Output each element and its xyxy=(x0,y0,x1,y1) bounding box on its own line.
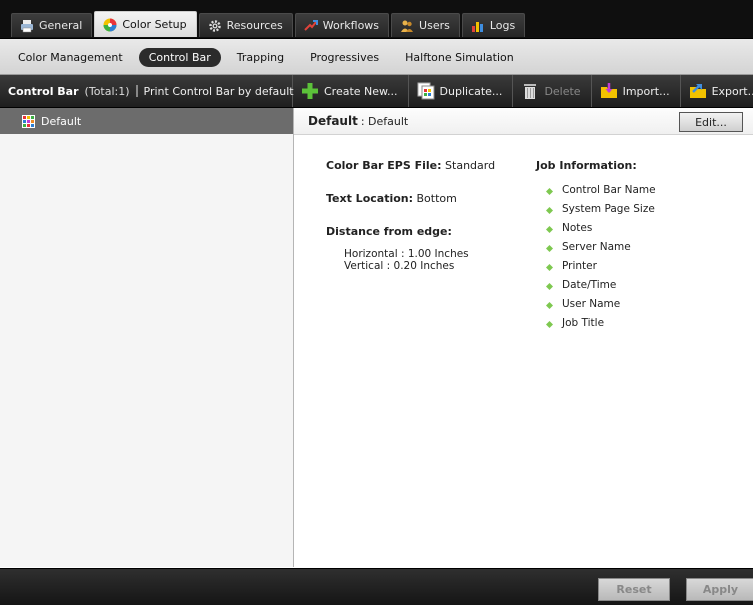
workflow-arrows-icon xyxy=(304,19,318,33)
horizontal-distance: Horizontal : 1.00 Inches xyxy=(344,248,469,260)
job-info-item: Notes xyxy=(562,221,593,234)
detail-subtitle: : Default xyxy=(360,114,409,128)
list-item: Server Name xyxy=(536,237,736,256)
footer-bar: Reset Apply xyxy=(0,568,753,605)
job-info-item: User Name xyxy=(562,297,621,310)
job-info-item: Job Title xyxy=(562,316,605,329)
job-info-item: System Page Size xyxy=(562,202,655,215)
print-default-label: Print Control Bar by default xyxy=(143,84,294,98)
tab-workflows[interactable]: Workflows xyxy=(294,13,390,37)
create-new-label: Create New... xyxy=(324,84,398,98)
list-item: System Page Size xyxy=(536,199,736,218)
subtab-progressives[interactable]: Progressives xyxy=(300,48,389,67)
control-bar-list: Default xyxy=(0,108,294,567)
bullet-icon xyxy=(546,224,553,233)
subtab-halftone-simulation[interactable]: Halftone Simulation xyxy=(395,48,524,67)
list-item: Job Title xyxy=(536,313,736,332)
gear-icon xyxy=(208,19,222,33)
tab-resources[interactable]: Resources xyxy=(198,13,293,37)
control-bar-summary: Control Bar (Total:1) Print Control Bar … xyxy=(0,75,294,107)
tab-general[interactable]: General xyxy=(11,13,93,37)
bullet-icon xyxy=(546,319,553,328)
edit-button[interactable]: Edit... xyxy=(679,112,743,132)
eps-file-label: Color Bar EPS File: xyxy=(326,159,442,172)
bullet-icon xyxy=(546,205,553,214)
subtab-color-management[interactable]: Color Management xyxy=(8,48,133,67)
duplicate-label: Duplicate... xyxy=(439,84,503,98)
list-item: Date/Time xyxy=(536,275,736,294)
users-icon xyxy=(400,19,414,33)
tab-users[interactable]: Users xyxy=(391,13,460,37)
distance-row: Distance from edge: xyxy=(326,225,516,238)
tab-label: General xyxy=(39,19,83,32)
tab-label: Resources xyxy=(226,19,283,32)
tab-label: Logs xyxy=(489,19,516,32)
color-wheel-icon xyxy=(103,18,117,32)
trash-icon xyxy=(521,82,539,100)
list-item[interactable]: Default xyxy=(0,108,293,134)
list-item: User Name xyxy=(536,294,736,313)
tab-label: Users xyxy=(419,19,450,32)
bullet-icon xyxy=(546,186,553,195)
toolbar-title: Control Bar xyxy=(8,84,79,98)
tab-label: Workflows xyxy=(322,19,380,32)
detail-pane: Default : Default Edit... Color Bar EPS … xyxy=(294,108,753,567)
printer-icon xyxy=(20,19,34,33)
import-label: Import... xyxy=(622,84,670,98)
job-info-item: Server Name xyxy=(562,240,631,253)
tab-logs[interactable]: Logs xyxy=(461,13,526,37)
bullet-icon xyxy=(546,262,553,271)
export-label: Export... xyxy=(711,84,753,98)
eps-file-value: Standard xyxy=(445,159,496,172)
distance-values: Horizontal : 1.00 Inches Vertical : 0.20… xyxy=(326,248,516,272)
list-item-label: Default xyxy=(41,114,82,128)
vertical-distance: Vertical : 0.20 Inches xyxy=(344,260,455,272)
bar-chart-icon xyxy=(471,19,485,33)
tab-color-setup[interactable]: Color Setup xyxy=(94,11,197,37)
plus-icon xyxy=(301,82,319,100)
export-button[interactable]: Export... xyxy=(681,75,753,107)
list-item: Printer xyxy=(536,256,736,275)
toolbar: Control Bar (Total:1) Print Control Bar … xyxy=(0,75,753,108)
print-default-checkbox[interactable] xyxy=(135,85,138,97)
job-info-title: Job Information: xyxy=(536,159,637,172)
sub-tab-bar: Color Management Control Bar Trapping Pr… xyxy=(0,39,753,75)
detail-title: Default xyxy=(308,114,358,128)
tab-label: Color Setup xyxy=(122,18,187,31)
color-grid-icon xyxy=(22,114,35,128)
distance-label: Distance from edge: xyxy=(326,225,452,238)
subtab-trapping[interactable]: Trapping xyxy=(227,48,294,67)
job-information: Job Information: Control Bar Name System… xyxy=(536,159,736,332)
create-new-button[interactable]: Create New... xyxy=(293,75,409,107)
text-location-value: Bottom xyxy=(416,192,457,205)
control-bar-properties: Color Bar EPS File: Standard Text Locati… xyxy=(326,159,516,272)
delete-label: Delete xyxy=(544,84,581,98)
eps-file-row: Color Bar EPS File: Standard xyxy=(326,159,516,172)
bullet-icon xyxy=(546,300,553,309)
bullet-icon xyxy=(546,243,553,252)
main-tab-bar: General Color Setup Resources Workflows … xyxy=(0,0,753,39)
total-count: (Total:1) xyxy=(84,84,130,98)
import-folder-icon xyxy=(600,82,618,100)
duplicate-icon xyxy=(417,82,435,100)
subtab-control-bar[interactable]: Control Bar xyxy=(138,48,221,67)
reset-button[interactable]: Reset xyxy=(598,578,670,601)
detail-header: Default : Default Edit... xyxy=(294,108,753,135)
job-info-item: Date/Time xyxy=(562,278,617,291)
job-info-item: Printer xyxy=(562,259,597,272)
export-folder-icon xyxy=(689,82,707,100)
text-location-row: Text Location: Bottom xyxy=(326,192,516,205)
import-button[interactable]: Import... xyxy=(592,75,681,107)
bullet-icon xyxy=(546,281,553,290)
text-location-label: Text Location: xyxy=(326,192,414,205)
duplicate-button[interactable]: Duplicate... xyxy=(409,75,514,107)
apply-button[interactable]: Apply xyxy=(686,578,753,601)
list-item: Control Bar Name xyxy=(536,180,736,199)
job-info-item: Control Bar Name xyxy=(562,183,656,196)
list-item: Notes xyxy=(536,218,736,237)
delete-button[interactable]: Delete xyxy=(513,75,592,107)
